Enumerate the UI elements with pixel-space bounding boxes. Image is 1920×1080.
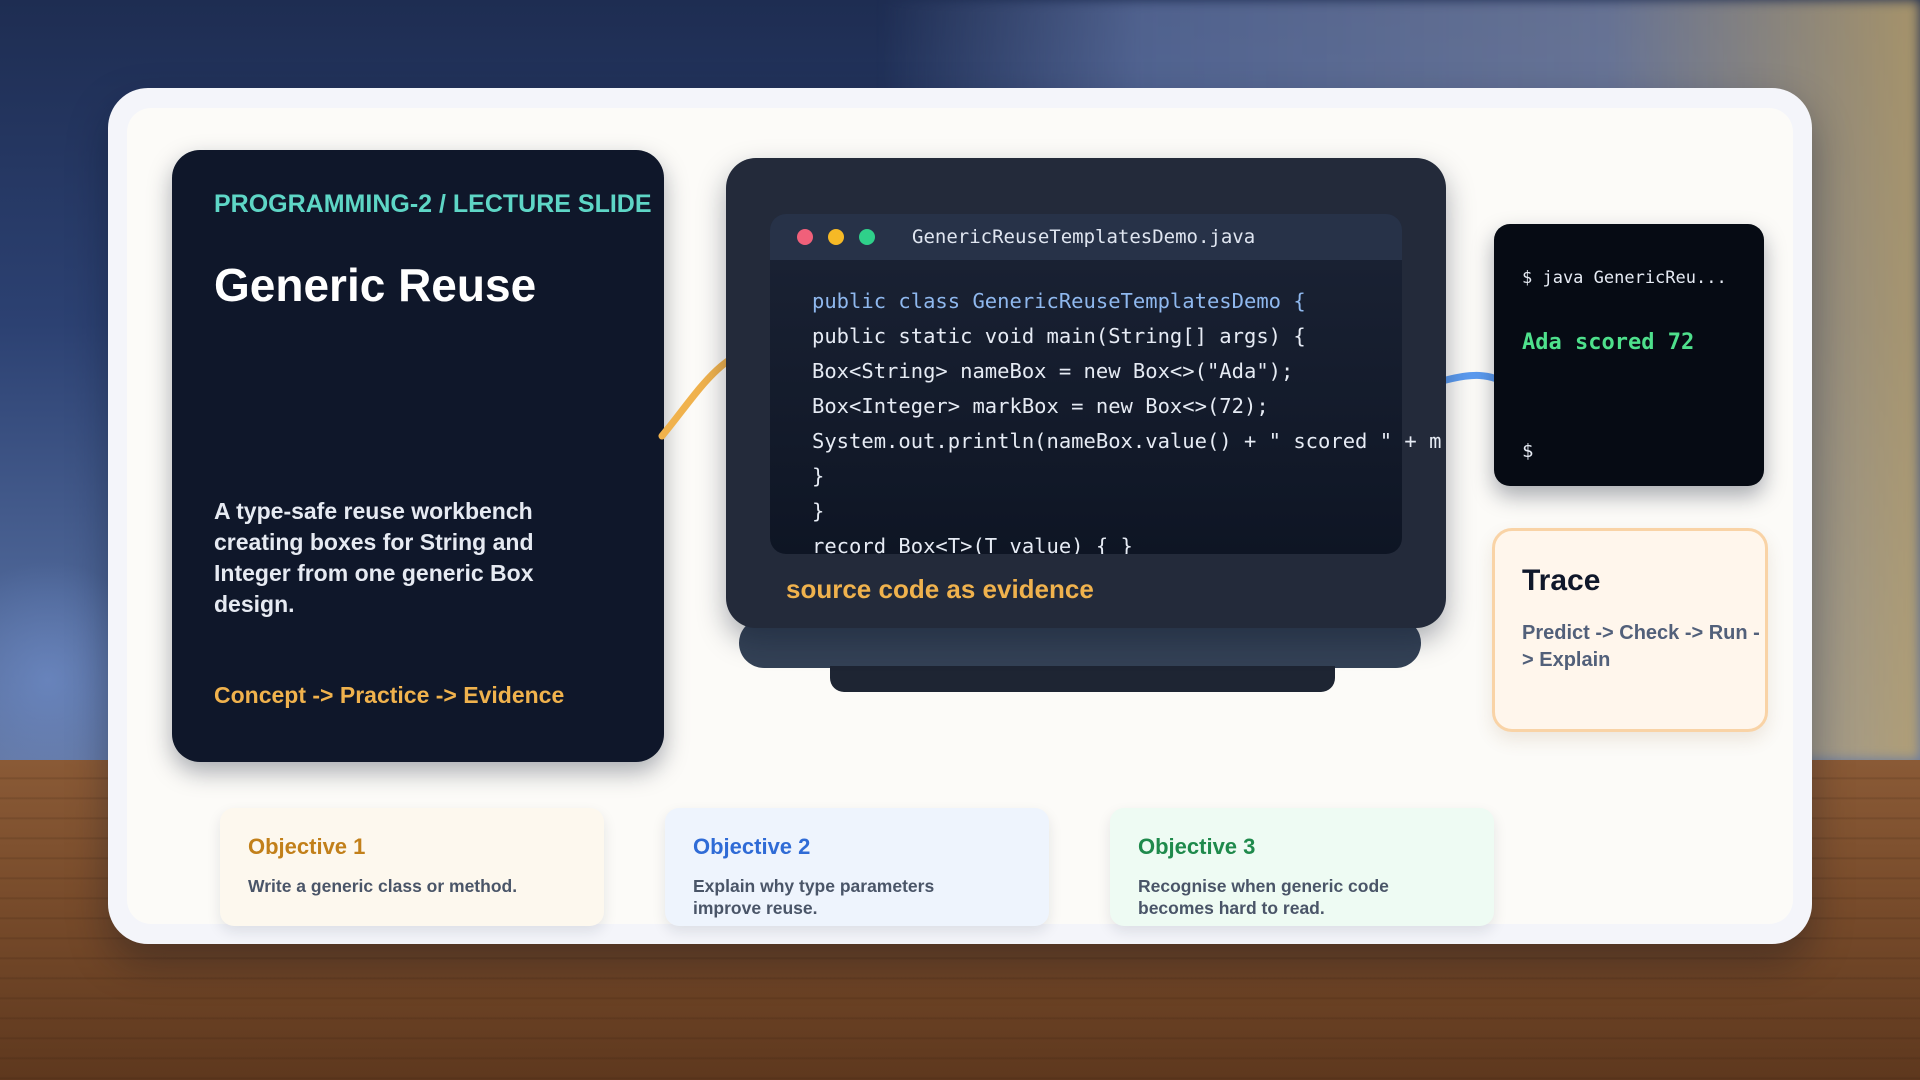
objective-text-1: Write a generic class or method. (248, 876, 518, 896)
code-caption: source code as evidence (786, 574, 1094, 604)
terminal-output: Ada scored 72 (1522, 330, 1695, 355)
objective-title-2: Objective 2 (693, 834, 811, 859)
code-line: public class GenericReuseTemplatesDemo { (812, 289, 1306, 313)
code-line: Box<Integer> markBox = new Box<>(72); (812, 394, 1269, 418)
maximize-dot-icon[interactable] (859, 229, 875, 245)
trace-title: Trace (1522, 564, 1601, 597)
minimize-dot-icon[interactable] (828, 229, 844, 245)
objective-title-3: Objective 3 (1138, 834, 1256, 859)
slide-title: Generic Reuse (214, 259, 537, 311)
slide-flow: Concept -> Practice -> Evidence (214, 682, 565, 708)
code-viewport: public class GenericReuseTemplatesDemo {… (770, 260, 1444, 554)
slide-eyebrow: PROGRAMMING-2 / LECTURE SLIDE (214, 190, 652, 218)
objective-text-3: Recognise when generic code becomes hard… (1138, 876, 1389, 918)
title-card (172, 150, 664, 762)
terminal-prompt[interactable]: $ (1522, 440, 1533, 462)
code-line: } (812, 499, 825, 523)
code-line: record Box<T>(T value) { } (812, 534, 1133, 554)
trace-steps: Predict -> Check -> Run -> Explain (1522, 622, 1760, 671)
code-lines: public class GenericReuseTemplatesDemo {… (812, 284, 1442, 554)
objective-title-1: Objective 1 (248, 834, 366, 859)
close-dot-icon[interactable] (797, 229, 813, 245)
code-line: } (812, 464, 825, 488)
terminal-command: $ java GenericReu... (1522, 268, 1727, 288)
editor-filename: GenericReuseTemplatesDemo.java (912, 226, 1256, 248)
laptop-foot (830, 666, 1335, 692)
code-line: System.out.println(nameBox.value() + " s… (812, 429, 1442, 453)
slide-description: A type-safe reuse workbench creating box… (214, 498, 534, 617)
code-line: Box<String> nameBox = new Box<>("Ada"); (812, 359, 1294, 383)
editor-titlebar: GenericReuseTemplatesDemo.java (770, 214, 1402, 260)
objective-text-2: Explain why type parameters improve reus… (693, 876, 935, 918)
code-line: public static void main(String[] args) { (812, 324, 1306, 348)
objective-card-1 (220, 808, 604, 926)
terminal-window (1494, 224, 1764, 486)
